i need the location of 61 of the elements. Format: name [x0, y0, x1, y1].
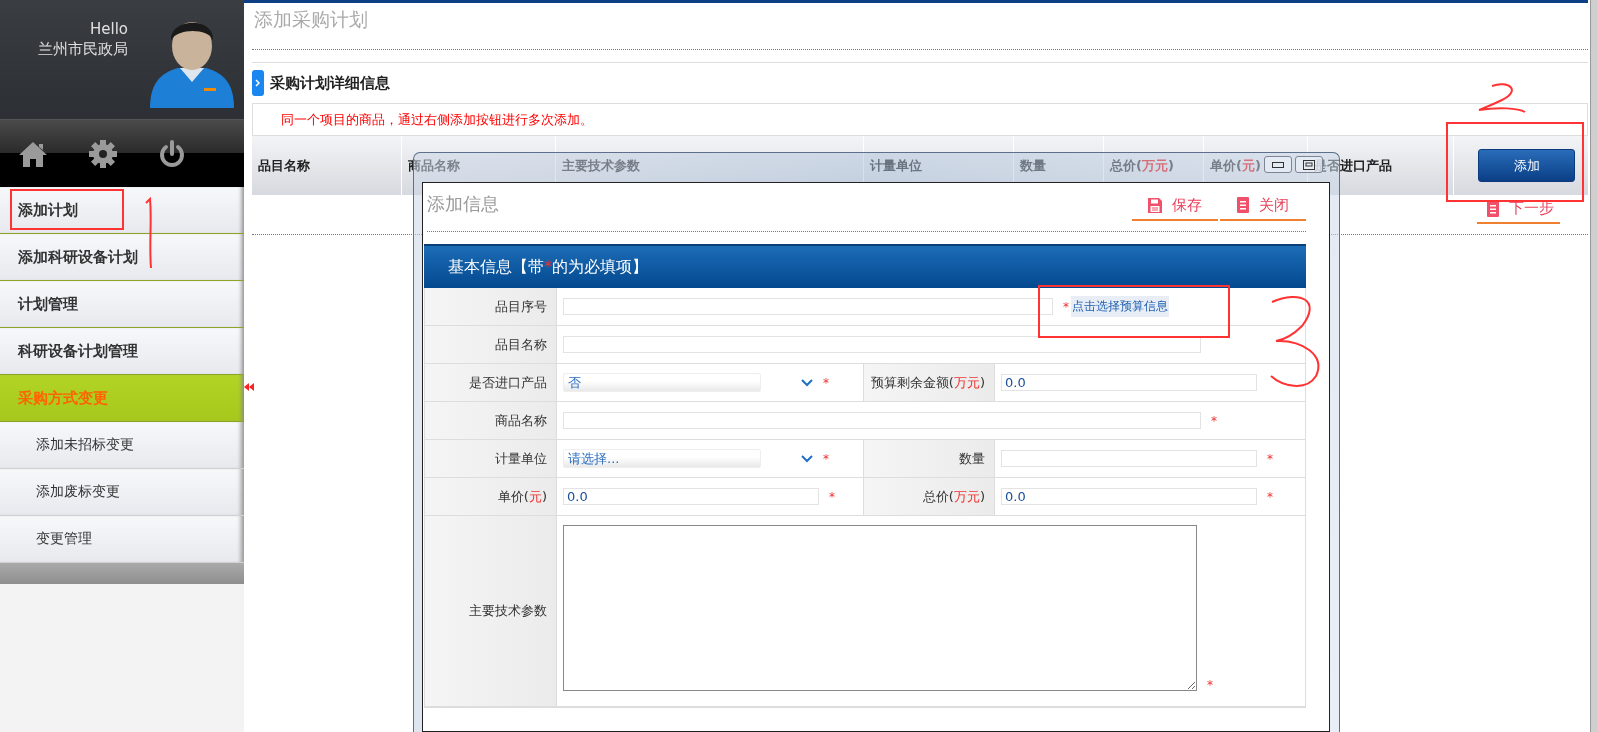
required-mark: * — [829, 489, 835, 504]
required-mark: * — [823, 451, 829, 466]
scribble-mark — [145, 198, 152, 269]
home-icon[interactable] — [18, 139, 48, 168]
text-field[interactable] — [563, 298, 1053, 315]
select-budget-link[interactable]: 点击选择预算信息 — [1071, 296, 1169, 317]
menu-item[interactable]: 添加科研设备计划 — [0, 234, 244, 281]
minimize-icon — [1272, 161, 1284, 168]
menu-item[interactable]: 计划管理 — [0, 281, 244, 328]
submenu-item[interactable]: 变更管理 — [0, 516, 244, 563]
submenu-item[interactable]: 添加未招标变更 — [0, 422, 244, 469]
field-label: 单价(元) — [425, 478, 557, 515]
maximize-icon — [1303, 159, 1315, 170]
add-button[interactable]: 添加 — [1478, 149, 1575, 182]
field-label: 是否进口产品 — [425, 364, 557, 401]
required-mark: * — [1063, 299, 1069, 314]
required-mark: * — [1267, 451, 1273, 466]
submenu-item[interactable]: 添加废标变更 — [0, 469, 244, 516]
chevron-down-icon[interactable] — [801, 378, 813, 387]
field-label: 主要技术参数 — [425, 516, 557, 706]
page-title: 添加采购计划 — [254, 8, 368, 30]
section-title: 基本信息【带*的为必填项】 — [448, 256, 648, 278]
column-header: 品目名称 — [252, 136, 402, 195]
user-name: 兰州市民政局 — [38, 40, 128, 59]
text-field[interactable]: 0.0 — [1001, 374, 1257, 391]
field-label: 预算剩余金额(万元) — [863, 364, 995, 401]
scrollbar[interactable] — [1590, 0, 1597, 732]
field-label: 总价(万元) — [863, 478, 995, 515]
menu-item[interactable]: 添加计划 — [0, 187, 244, 234]
required-mark: * — [1211, 413, 1217, 428]
power-icon[interactable] — [158, 139, 186, 168]
text-field[interactable]: 0.0 — [1001, 488, 1257, 505]
required-mark: * — [1207, 678, 1213, 692]
section-title: 采购计划详细信息 — [270, 73, 390, 93]
section-marker-icon — [252, 70, 264, 96]
save-button[interactable]: 保存 — [1132, 191, 1218, 221]
menu-item[interactable]: 科研设备计划管理 — [0, 328, 244, 375]
text-field[interactable] — [563, 336, 1201, 353]
field-label: 商品名称 — [425, 402, 557, 439]
close-button[interactable]: 关闭 — [1220, 191, 1306, 221]
minimize-button[interactable] — [1264, 156, 1292, 173]
field-label: 品目序号 — [425, 288, 557, 325]
field-label: 数量 — [863, 440, 995, 477]
text-field[interactable] — [563, 412, 1201, 429]
select-field[interactable]: 请选择... — [563, 449, 761, 468]
dialog-title: 添加信息 — [427, 192, 499, 216]
field-label: 计量单位 — [425, 440, 557, 477]
scribble-mark — [1478, 83, 1526, 113]
notice-text: 同一个项目的商品，通过右侧添加按钮进行多次添加。 — [281, 110, 593, 129]
text-field[interactable]: 0.0 — [563, 488, 819, 505]
required-mark: * — [823, 375, 829, 390]
field-label: 品目名称 — [425, 326, 557, 363]
settings-icon[interactable] — [88, 138, 118, 169]
chevron-down-icon[interactable] — [801, 454, 813, 463]
greeting-text: Hello — [89, 20, 128, 38]
select-field[interactable]: 否 — [563, 373, 761, 392]
document-icon — [1237, 197, 1249, 213]
required-mark: * — [1267, 489, 1273, 504]
next-step-link[interactable]: 下一步 — [1477, 199, 1560, 224]
collapse-arrows-icon[interactable] — [244, 383, 254, 391]
text-field[interactable] — [1001, 450, 1257, 467]
